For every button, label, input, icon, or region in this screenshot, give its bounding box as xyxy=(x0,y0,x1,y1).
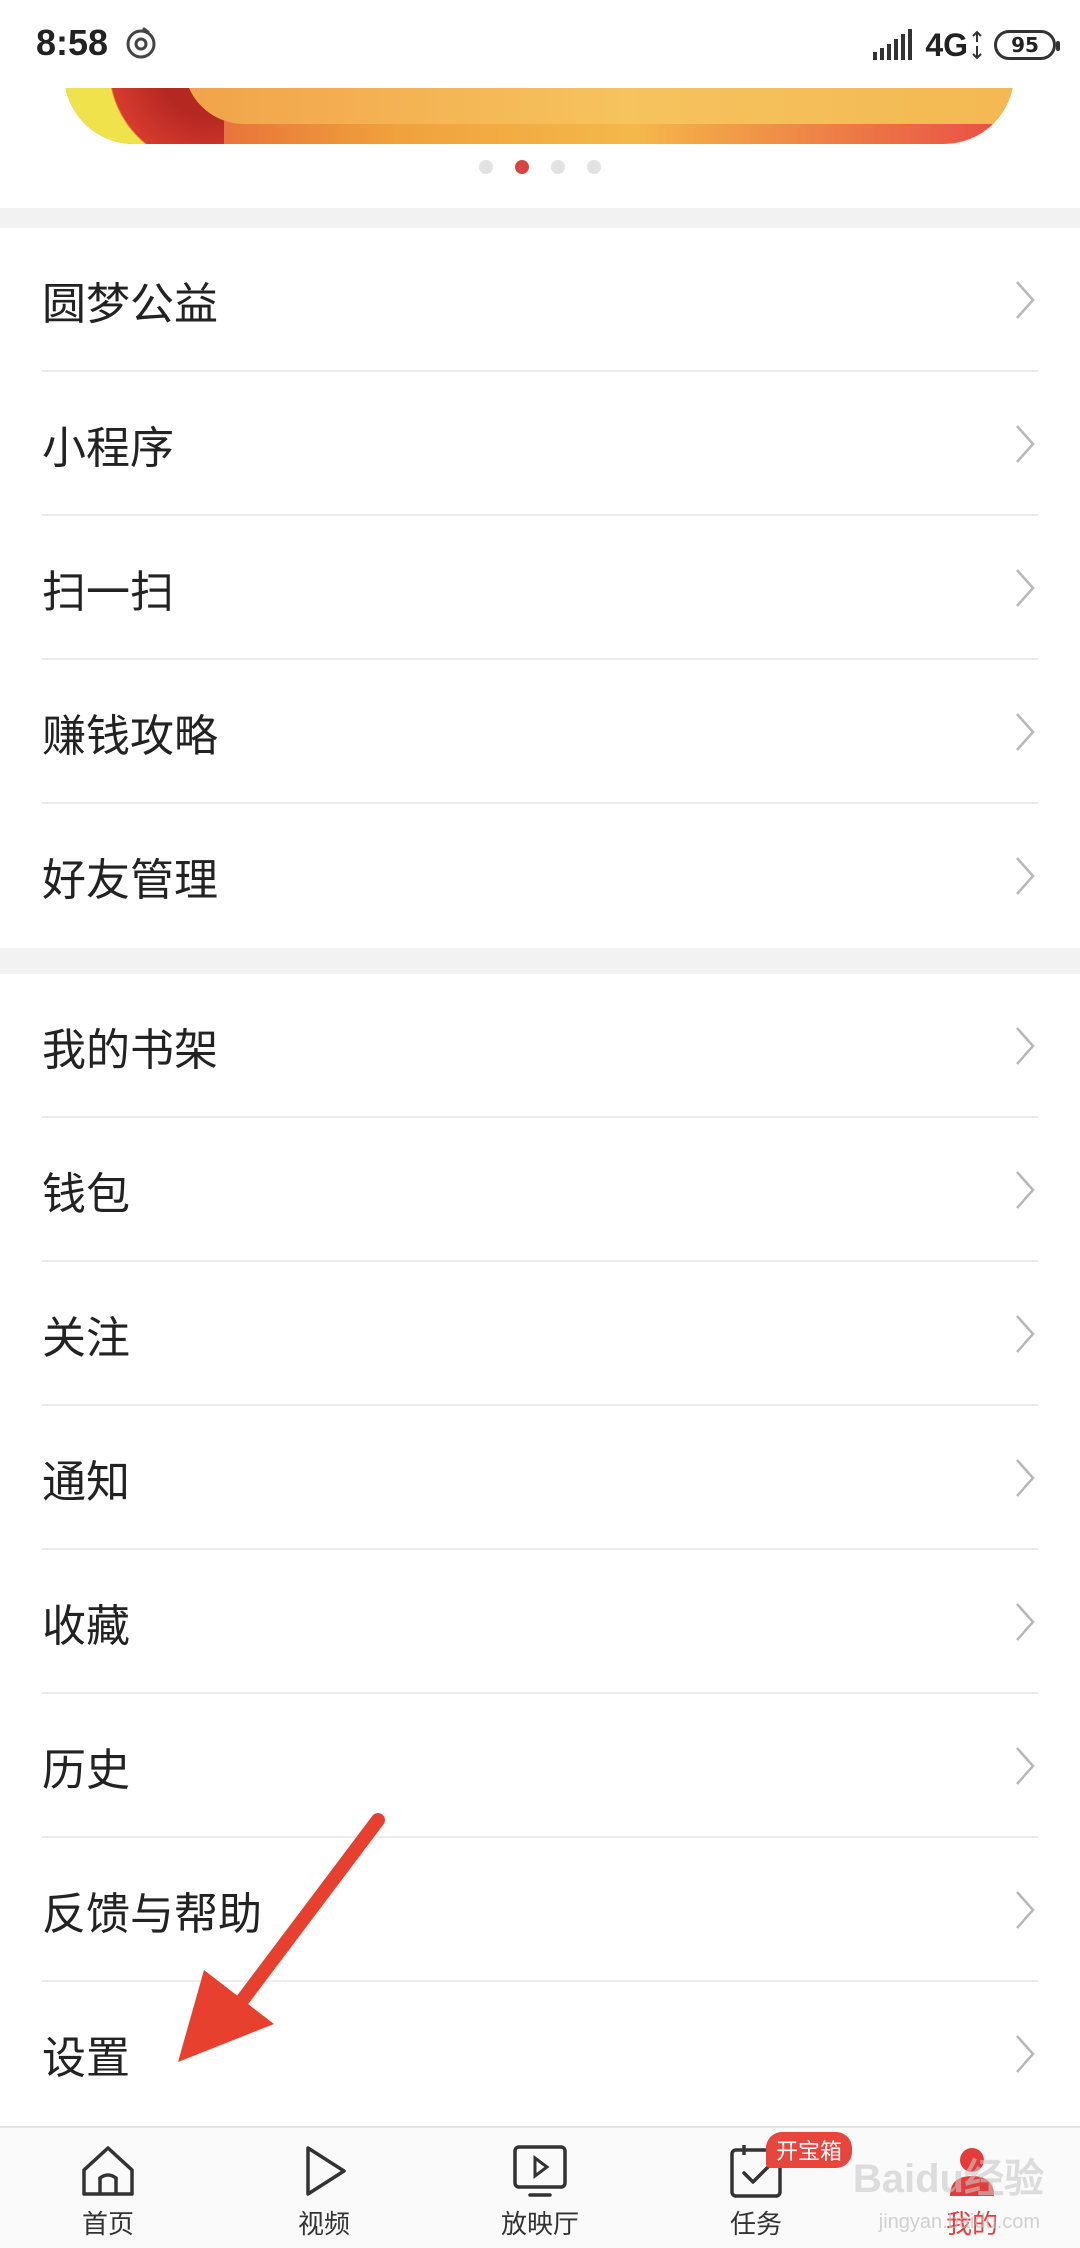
menu-item-history[interactable]: 历史 xyxy=(0,1694,1080,1838)
menu-item-label: 反馈与帮助 xyxy=(42,1889,262,1940)
pager-dot xyxy=(479,160,493,174)
nav-label: 视频 xyxy=(297,2210,350,2240)
menu-item-label: 扫一扫 xyxy=(42,567,174,618)
banner-pager xyxy=(0,160,1080,174)
status-right: 4G 95 xyxy=(873,22,1060,68)
battery-level: 95 xyxy=(1011,33,1039,57)
nav-tab-home[interactable]: 首页 xyxy=(0,2128,216,2248)
pager-dot xyxy=(551,160,565,174)
chevron-right-icon xyxy=(1016,1315,1035,1353)
chevron-right-icon xyxy=(1016,281,1035,319)
menu-item-wallet[interactable]: 钱包 xyxy=(0,1118,1080,1262)
chevron-right-icon xyxy=(1016,1459,1035,1497)
menu-item-scan[interactable]: 扫一扫 xyxy=(0,516,1080,660)
nav-label: 放映厅 xyxy=(500,2210,579,2240)
menu-item-label: 历史 xyxy=(42,1745,130,1796)
nav-tab-theater[interactable]: 放映厅 xyxy=(432,2128,648,2248)
chevron-right-icon xyxy=(1016,425,1035,463)
menu-group-services: 圆梦公益 小程序 扫一扫 赚钱攻略 好友管理 xyxy=(0,228,1080,948)
screen: 8:58 4G 95 圆梦公益 小程序 扫一扫 赚钱攻略 好友管理 我的书架 钱… xyxy=(0,0,1080,2248)
menu-item-label: 赚钱攻略 xyxy=(42,711,218,762)
nav-tab-tasks[interactable]: 任务 开宝箱 xyxy=(648,2128,864,2248)
bottom-nav: 首页 视频 放映厅 任务 开宝箱 我的 xyxy=(0,2126,1080,2248)
menu-item-notifications[interactable]: 通知 xyxy=(0,1406,1080,1550)
menu-item-label: 圆梦公益 xyxy=(42,279,218,330)
section-divider xyxy=(0,208,1080,228)
menu-item-bookshelf[interactable]: 我的书架 xyxy=(0,974,1080,1118)
menu-group-personal: 我的书架 钱包 关注 通知 收藏 历史 反馈与帮助 设置 xyxy=(0,974,1080,2126)
menu-item-label: 设置 xyxy=(42,2033,130,2084)
nav-label: 我的 xyxy=(945,2210,998,2240)
chevron-right-icon xyxy=(1016,1171,1035,1209)
menu-item-label: 通知 xyxy=(42,1457,130,1508)
menu-item-favorites[interactable]: 收藏 xyxy=(0,1550,1080,1694)
menu-item-label: 我的书架 xyxy=(42,1025,218,1076)
tv-play-icon xyxy=(513,2145,567,2197)
menu-item-earning-guide[interactable]: 赚钱攻略 xyxy=(0,660,1080,804)
chevron-right-icon xyxy=(1016,569,1035,607)
chevron-right-icon xyxy=(1016,1027,1035,1065)
network-label: 4G xyxy=(925,26,968,63)
status-time: 8:58 xyxy=(36,22,109,63)
menu-item-friends[interactable]: 好友管理 xyxy=(0,804,1080,948)
status-bar: 8:58 4G 95 xyxy=(0,0,1080,88)
section-divider xyxy=(0,948,1080,974)
nav-tab-me[interactable]: 我的 xyxy=(864,2128,1080,2248)
signal-icon xyxy=(873,29,913,60)
menu-item-label: 好友管理 xyxy=(42,855,218,906)
chevron-right-icon xyxy=(1016,857,1035,895)
chevron-right-icon xyxy=(1016,1891,1035,1929)
menu-item-label: 收藏 xyxy=(42,1601,130,1652)
menu-item-feedback-help[interactable]: 反馈与帮助 xyxy=(0,1838,1080,1982)
data-arrows-icon xyxy=(972,30,982,60)
menu-item-label: 关注 xyxy=(42,1313,130,1364)
chevron-right-icon xyxy=(1016,2035,1035,2073)
battery-indicator: 95 xyxy=(994,30,1060,60)
menu-item-settings[interactable]: 设置 xyxy=(0,1982,1080,2126)
chevron-right-icon xyxy=(1016,1603,1035,1641)
play-icon xyxy=(306,2146,346,2196)
nav-label: 首页 xyxy=(81,2210,134,2240)
netease-music-icon xyxy=(126,27,156,59)
home-icon xyxy=(82,2146,134,2196)
treasure-badge[interactable]: 开宝箱 xyxy=(766,2132,853,2168)
pager-dot xyxy=(587,160,601,174)
nav-label: 任务 xyxy=(729,2210,782,2240)
nav-tab-video[interactable]: 视频 xyxy=(216,2128,432,2248)
menu-item-following[interactable]: 关注 xyxy=(0,1262,1080,1406)
banner-area xyxy=(0,48,1080,208)
user-icon xyxy=(950,2148,994,2196)
chevron-right-icon xyxy=(1016,1747,1035,1785)
menu-item-charity[interactable]: 圆梦公益 xyxy=(0,228,1080,372)
menu-item-label: 小程序 xyxy=(42,423,174,474)
menu-item-label: 钱包 xyxy=(42,1169,130,1220)
menu-item-mini-programs[interactable]: 小程序 xyxy=(0,372,1080,516)
pager-dot-active xyxy=(515,160,529,174)
chevron-right-icon xyxy=(1016,713,1035,751)
